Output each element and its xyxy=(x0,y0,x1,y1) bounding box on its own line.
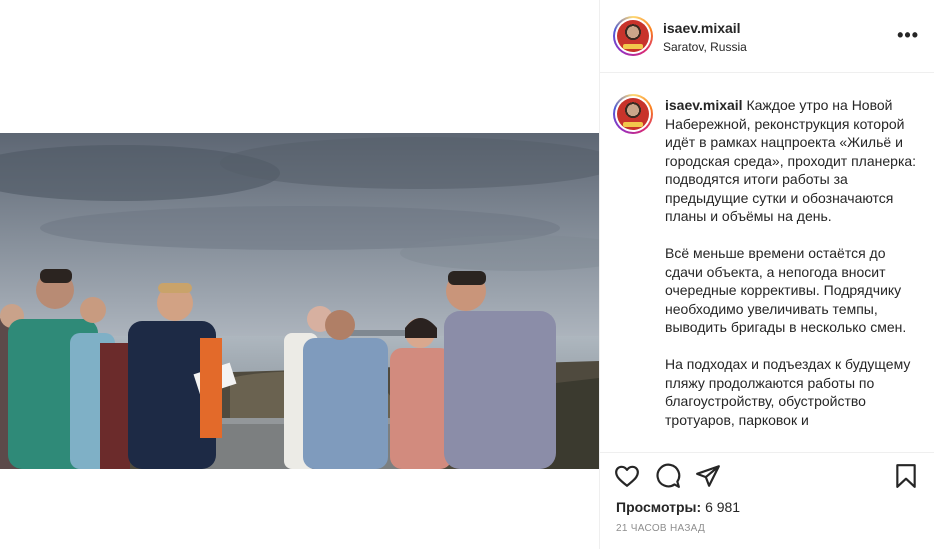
post-video[interactable] xyxy=(0,133,599,469)
views-number: 6 981 xyxy=(705,499,741,515)
post-timestamp[interactable]: 21 часов назад xyxy=(616,523,705,534)
media-column xyxy=(0,0,599,549)
caption-avatar[interactable] xyxy=(613,94,653,134)
views-count[interactable]: Просмотры: 6 981 xyxy=(616,499,740,515)
post-location[interactable]: Saratov, Russia xyxy=(663,40,747,54)
bookmark-icon[interactable] xyxy=(893,463,919,489)
more-options-icon[interactable]: ••• xyxy=(897,26,919,44)
share-icon[interactable] xyxy=(695,463,721,489)
post-sidebar: isaev.mixail Saratov, Russia ••• isaev.m… xyxy=(599,0,934,549)
comment-icon[interactable] xyxy=(655,463,681,489)
post-header: isaev.mixail Saratov, Russia ••• xyxy=(600,0,934,73)
video-frame xyxy=(0,133,599,469)
caption-text-2: Всё меньше времени остаётся до сдачи объ… xyxy=(665,245,907,335)
views-label: Просмотры: xyxy=(616,499,702,515)
heart-icon[interactable] xyxy=(614,463,640,489)
post-dialog: isaev.mixail Saratov, Russia ••• isaev.m… xyxy=(0,0,934,549)
author-avatar[interactable] xyxy=(613,16,653,56)
caption-text-3: На подходах и подъездах к будущему пляжу… xyxy=(665,356,911,428)
post-actions: Просмотры: 6 981 21 часов назад xyxy=(600,452,934,549)
post-caption: isaev.mixail Каждое утро на Новой Набере… xyxy=(665,96,927,448)
caption-text-1: Каждое утро на Новой Набережной, реконст… xyxy=(665,97,917,224)
caption-section: isaev.mixail Каждое утро на Новой Набере… xyxy=(600,74,934,452)
caption-username[interactable]: isaev.mixail xyxy=(665,97,743,113)
author-username[interactable]: isaev.mixail xyxy=(663,20,741,36)
